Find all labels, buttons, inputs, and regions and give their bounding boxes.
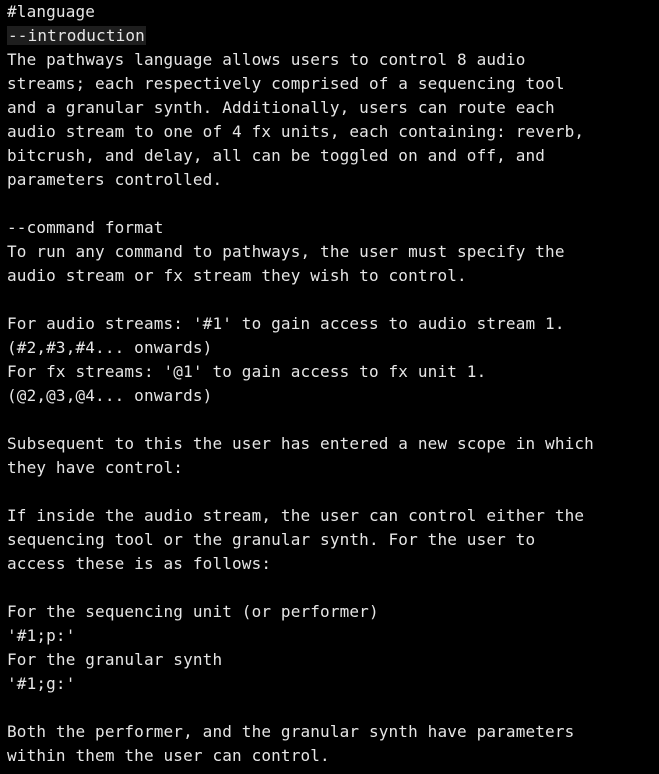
line-25 (7, 576, 657, 600)
line-4: streams; each respectively comprised of … (7, 74, 565, 93)
line-22: If inside the audio stream, the user can… (7, 506, 585, 525)
line-14: For audio streams: '#1' to gain access t… (7, 314, 565, 333)
line-17: (@2,@3,@4... onwards) (7, 386, 213, 405)
line-6: audio stream to one of 4 fx units, each … (7, 122, 585, 141)
selected-text: --introduction (7, 26, 146, 45)
line-18 (7, 408, 657, 432)
line-24: access these is as follows: (7, 554, 272, 573)
line-16: For fx streams: '@1' to gain access to f… (7, 362, 487, 381)
line-5: and a granular synth. Additionally, user… (7, 98, 555, 117)
line-15: (#2,#3,#4... onwards) (7, 338, 213, 357)
line-11: To run any command to pathways, the user… (7, 242, 565, 261)
line-13 (7, 288, 657, 312)
line-21 (7, 480, 657, 504)
line-32: within them the user can control. (7, 746, 330, 765)
line-1: #language (7, 2, 96, 21)
line-28: For the granular synth (7, 650, 223, 669)
line-29: '#1;g:' (7, 674, 76, 693)
line-9 (7, 192, 657, 216)
line-30 (7, 696, 657, 720)
line-20: they have control: (7, 458, 184, 477)
line-26: For the sequencing unit (or performer) (7, 602, 379, 621)
line-12: audio stream or fx stream they wish to c… (7, 266, 467, 285)
line-31: Both the performer, and the granular syn… (7, 722, 575, 741)
text-editor[interactable]: #language --introduction The pathways la… (7, 0, 657, 774)
line-3: The pathways language allows users to co… (7, 50, 526, 69)
line-7: bitcrush, and delay, all can be toggled … (7, 146, 546, 165)
line-10: --command format (7, 218, 164, 237)
line-19: Subsequent to this the user has entered … (7, 434, 594, 453)
line-2: --introduction (7, 24, 657, 48)
line-27: '#1;p:' (7, 626, 76, 645)
line-23: sequencing tool or the granular synth. F… (7, 530, 536, 549)
line-8: parameters controlled. (7, 170, 223, 189)
